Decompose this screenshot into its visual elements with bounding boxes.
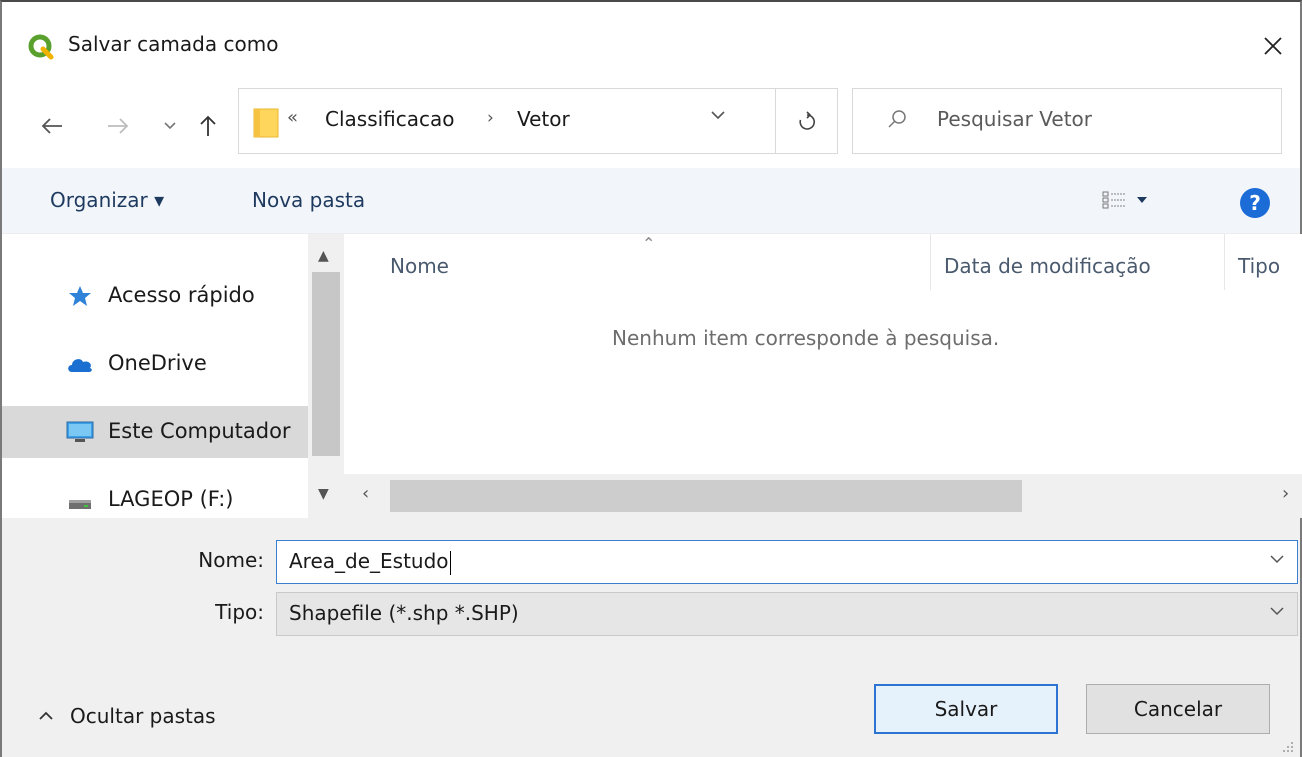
recent-locations-button[interactable] xyxy=(154,110,186,142)
file-type-select[interactable]: Shapefile (*.shp *.SHP) xyxy=(276,592,1298,636)
file-name-input[interactable]: Area_de_Estudo xyxy=(276,540,1298,584)
search-box[interactable]: Pesquisar Vetor xyxy=(852,88,1282,154)
navigation-pane: Acesso rápido OneDrive Este Computador L… xyxy=(2,234,308,518)
title-bar: Salvar camada como xyxy=(2,2,1300,88)
breadcrumb-separator[interactable]: › xyxy=(487,108,494,128)
qgis-logo-icon xyxy=(28,34,54,60)
navigation-row: « Classificacao › Vetor Pesquisar Vetor xyxy=(2,88,1300,164)
monitor-icon xyxy=(66,421,94,442)
refresh-icon xyxy=(799,111,815,130)
file-name-value: Area_de_Estudo xyxy=(289,549,449,573)
hide-folders-label: Ocultar pastas xyxy=(70,704,216,728)
save-button[interactable]: Salvar xyxy=(874,684,1058,734)
arrow-left-icon xyxy=(41,118,62,134)
sidebar-item-label: Este Computador xyxy=(108,419,291,443)
change-view-button[interactable] xyxy=(1102,190,1148,210)
column-header-name[interactable]: Nome xyxy=(390,254,449,278)
details-view-icon xyxy=(1102,191,1126,209)
chevron-down-icon xyxy=(164,122,176,130)
address-dropdown-icon[interactable] xyxy=(709,109,727,121)
back-button[interactable] xyxy=(36,110,68,142)
scroll-right-icon[interactable]: › xyxy=(1282,483,1289,504)
hide-folders-toggle[interactable]: Ocultar pastas xyxy=(38,704,216,728)
column-header-type[interactable]: Tipo xyxy=(1238,254,1280,278)
close-icon xyxy=(1264,37,1282,55)
empty-results-message: Nenhum item corresponde à pesquisa. xyxy=(612,326,1000,350)
column-header-date-modified[interactable]: Data de modificação xyxy=(944,254,1151,278)
file-type-value: Shapefile (*.shp *.SHP) xyxy=(289,601,519,625)
nav-pane-scrollbar[interactable]: ▲ ▼ xyxy=(308,234,344,518)
breadcrumb-classificacao[interactable]: Classificacao xyxy=(325,107,455,131)
arrow-up-icon xyxy=(200,115,216,136)
refresh-button[interactable] xyxy=(779,105,835,139)
file-list: ⌃ Nome Data de modificação Tipo Nenhum i… xyxy=(344,234,1302,474)
type-label: Tipo: xyxy=(215,600,264,624)
cloud-icon xyxy=(68,359,92,372)
sidebar-item-lageop-drive[interactable]: LAGEOP (F:) xyxy=(2,474,308,518)
help-icon[interactable]: ? xyxy=(1240,188,1270,218)
scrollbar-thumb[interactable] xyxy=(312,272,340,456)
sidebar-item-onedrive[interactable]: OneDrive xyxy=(2,338,308,390)
chevron-up-icon xyxy=(39,711,53,720)
folder-icon xyxy=(253,108,279,138)
scroll-up-icon[interactable]: ▲ xyxy=(318,248,329,264)
sidebar-item-label: LAGEOP (F:) xyxy=(108,487,234,511)
sidebar-item-label: Acesso rápido xyxy=(108,283,255,307)
dialog-title: Salvar camada como xyxy=(68,32,279,56)
scrollbar-thumb[interactable] xyxy=(390,480,1022,512)
sidebar-item-quick-access[interactable]: Acesso rápido xyxy=(2,270,308,322)
arrow-right-icon xyxy=(108,118,129,134)
search-icon xyxy=(888,110,906,128)
forward-button[interactable] xyxy=(102,110,134,142)
breadcrumb-vetor[interactable]: Vetor xyxy=(517,107,570,131)
new-folder-button[interactable]: Nova pasta xyxy=(252,188,365,212)
up-button[interactable] xyxy=(192,110,224,142)
scroll-left-icon[interactable]: ‹ xyxy=(362,483,369,504)
close-button[interactable] xyxy=(1250,24,1296,68)
command-bar: Organizar ▾ Nova pasta ? xyxy=(2,168,1300,234)
caret-down-icon xyxy=(1137,197,1147,203)
cancel-button[interactable]: Cancelar xyxy=(1086,684,1270,734)
chevron-down-icon xyxy=(1270,607,1284,616)
address-bar[interactable]: « Classificacao › Vetor xyxy=(238,88,838,154)
save-layer-dialog: Salvar camada como « Classificacao › Vet… xyxy=(0,0,1302,757)
resize-grip-icon[interactable] xyxy=(1280,739,1294,753)
sort-ascending-icon: ⌃ xyxy=(642,234,656,253)
overflow-crumb[interactable]: « xyxy=(287,107,298,128)
organize-menu[interactable]: Organizar ▾ xyxy=(50,188,164,212)
chevron-down-icon[interactable] xyxy=(1269,553,1285,565)
star-pin-icon xyxy=(69,286,91,306)
scroll-down-icon[interactable]: ▼ xyxy=(318,486,329,502)
name-label: Nome: xyxy=(198,548,264,572)
sidebar-item-label: OneDrive xyxy=(108,351,207,375)
sidebar-item-this-pc[interactable]: Este Computador xyxy=(2,406,308,458)
search-input[interactable]: Pesquisar Vetor xyxy=(937,107,1092,131)
save-form: Nome: Area_de_Estudo Tipo: Shapefile (*.… xyxy=(2,518,1300,757)
drive-icon xyxy=(69,500,91,509)
file-list-horizontal-scrollbar[interactable]: ‹ › xyxy=(344,474,1302,518)
